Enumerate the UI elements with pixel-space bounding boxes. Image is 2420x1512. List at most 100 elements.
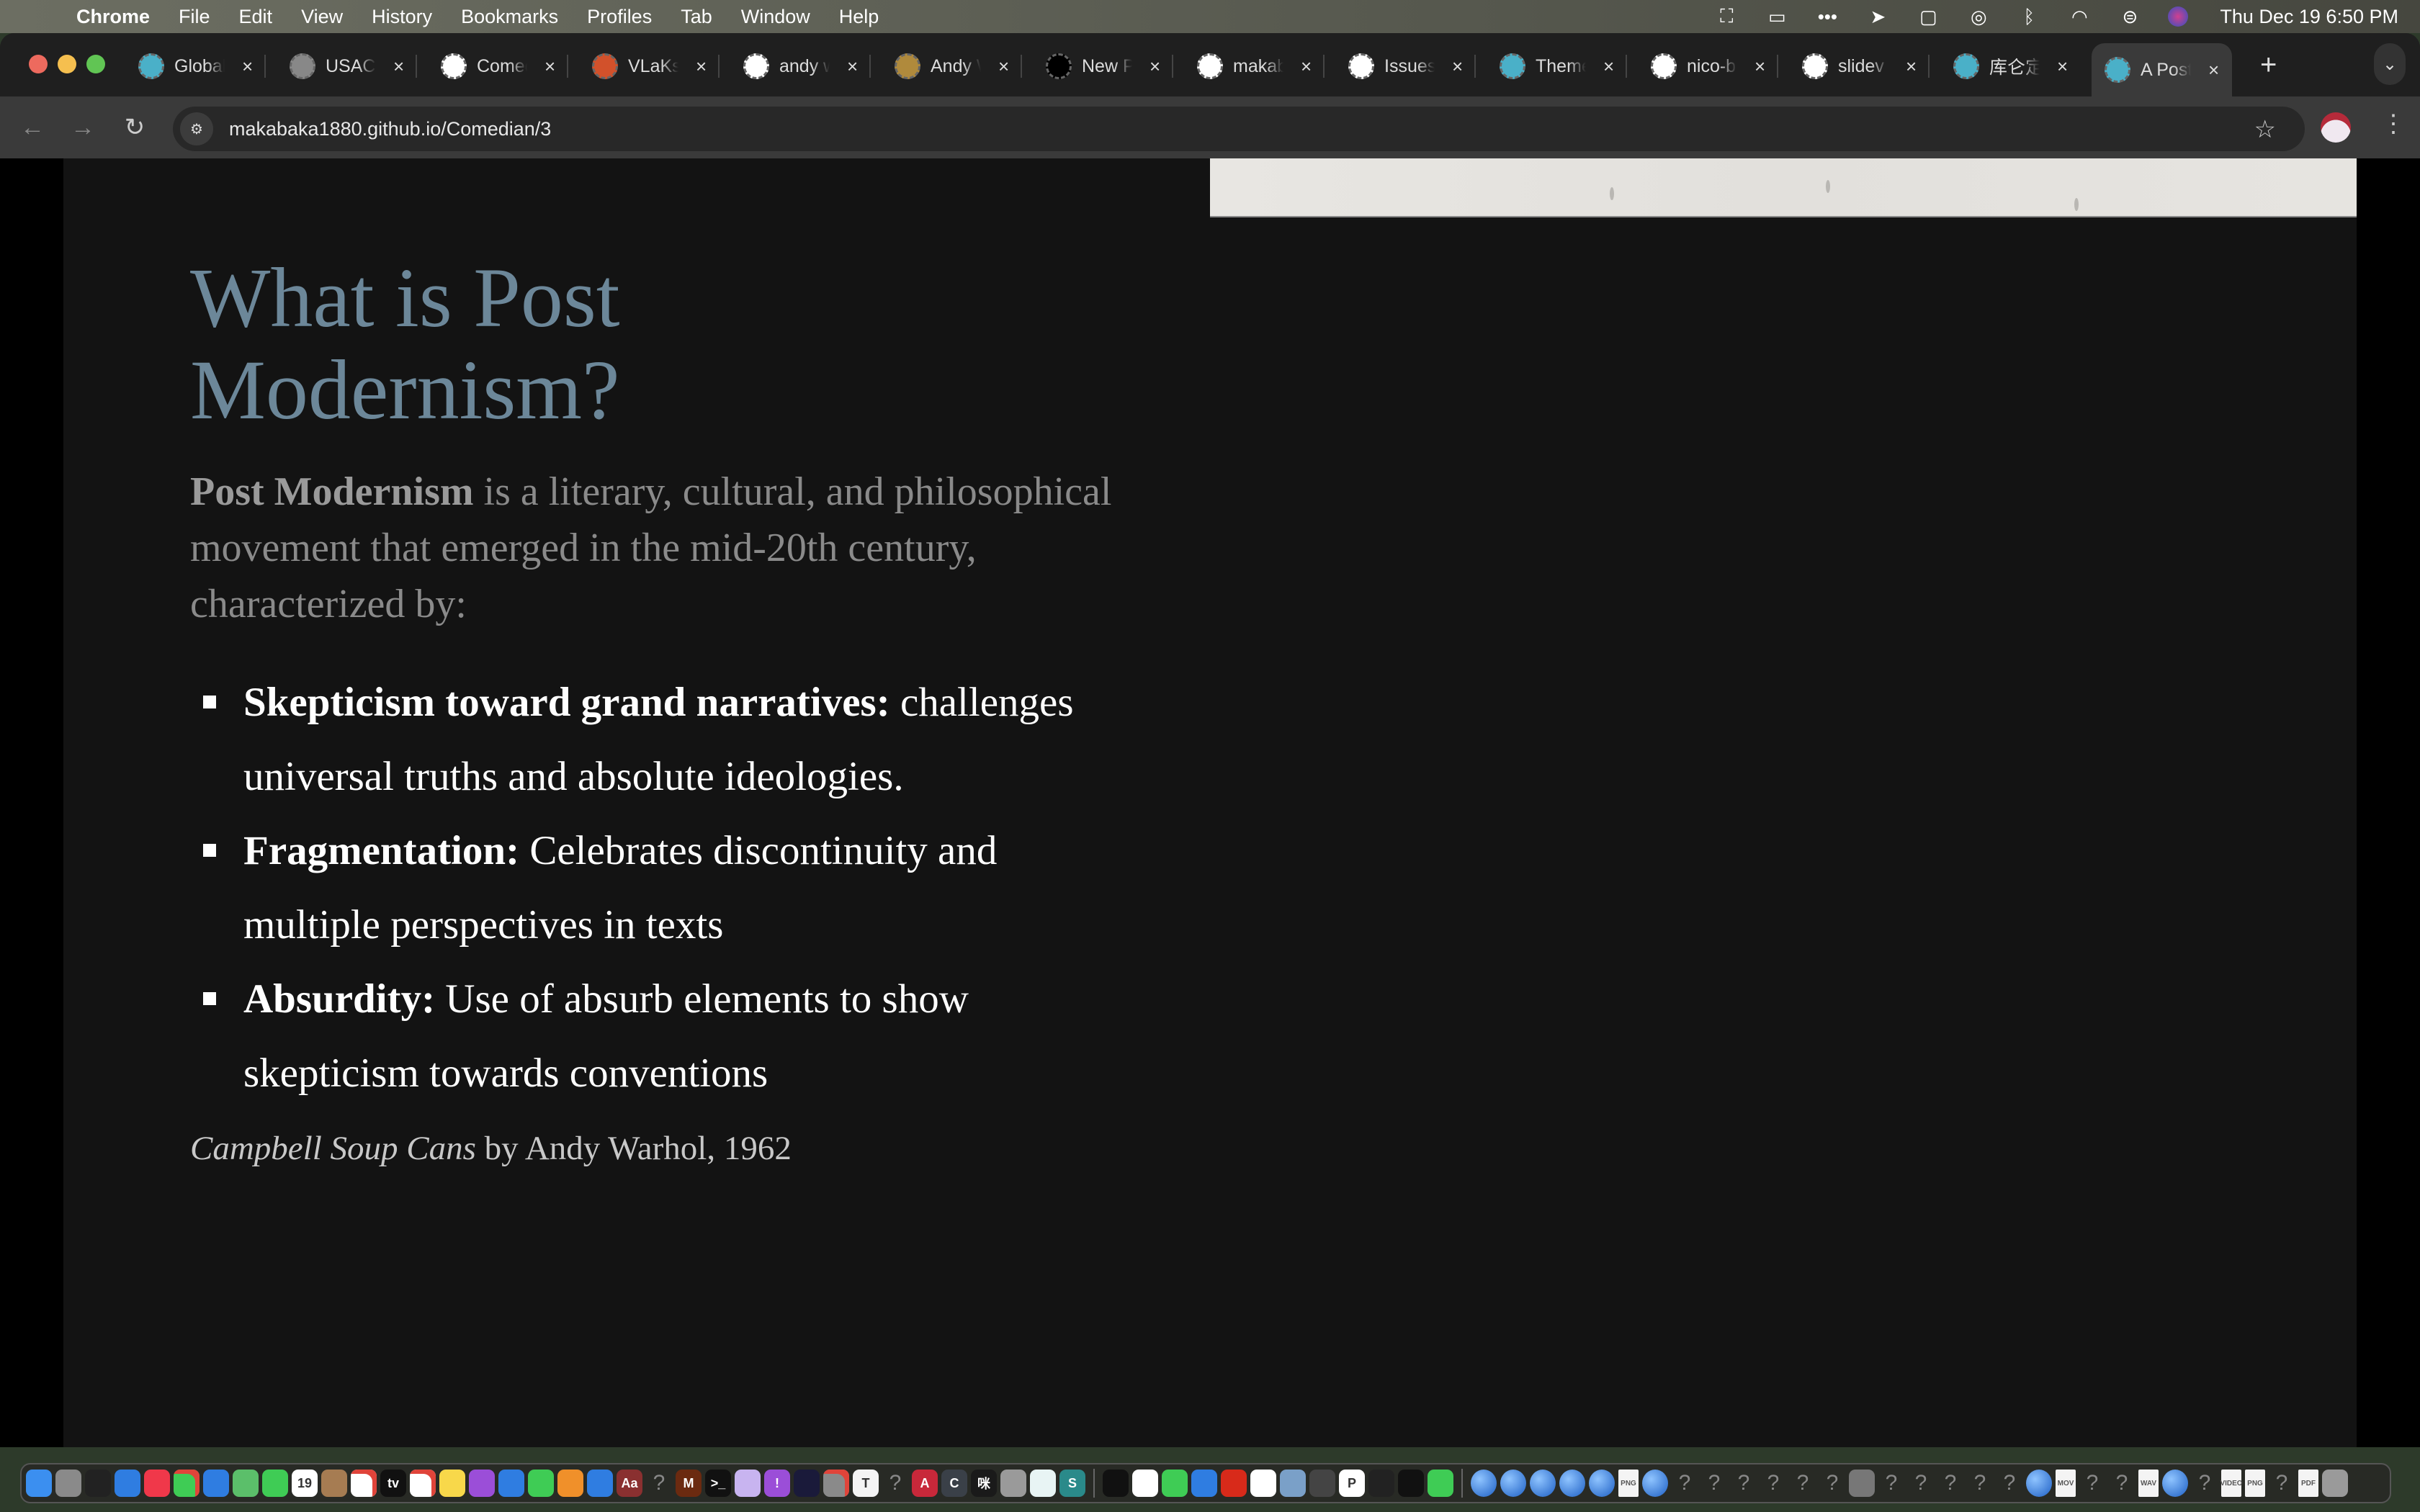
dock-maps-icon[interactable] xyxy=(233,1470,259,1497)
tab-close-icon[interactable]: × xyxy=(1301,55,1312,78)
menu-bar-clock[interactable]: Thu Dec 19 6:50 PM xyxy=(2220,6,2398,28)
site-info-icon[interactable]: ⚙ xyxy=(180,112,213,145)
dock-unknown-icon[interactable]: ? xyxy=(1760,1470,1786,1497)
dock-globe-icon[interactable] xyxy=(1642,1470,1668,1497)
dock-chatgpt-icon[interactable] xyxy=(1030,1470,1056,1497)
url-text[interactable]: makabaka1880.github.io/Comedian/3 xyxy=(229,118,551,140)
window-close-button[interactable] xyxy=(29,55,48,73)
browser-tab[interactable]: nico-b × xyxy=(1651,43,1779,89)
siri-icon[interactable] xyxy=(2168,6,2189,27)
dock-unknown-icon[interactable]: ? xyxy=(1967,1470,1993,1497)
dock-vscode-icon[interactable] xyxy=(1250,1470,1276,1497)
dock-simulator-icon[interactable] xyxy=(735,1470,761,1497)
browser-tab[interactable]: Issues × xyxy=(1348,43,1476,89)
dock-podcasts-icon[interactable] xyxy=(469,1470,495,1497)
dock-unknown-icon[interactable]: ? xyxy=(1790,1470,1816,1497)
dock-contacts-icon[interactable] xyxy=(321,1470,347,1497)
menu-window[interactable]: Window xyxy=(741,6,810,28)
dock-wolfram-icon[interactable] xyxy=(1221,1470,1247,1497)
dock-launchpad-icon[interactable] xyxy=(55,1470,81,1497)
dock-unknown-icon[interactable]: ? xyxy=(1908,1470,1934,1497)
dock-globe-icon[interactable] xyxy=(1530,1470,1556,1497)
dock-png-file-icon[interactable]: PNG xyxy=(1618,1470,1639,1497)
dock-unknown-icon[interactable]: ? xyxy=(1819,1470,1845,1497)
menu-edit[interactable]: Edit xyxy=(239,6,273,28)
chrome-menu-icon[interactable]: ⋮ xyxy=(2381,109,2406,138)
reload-button[interactable]: ↻ xyxy=(117,109,153,145)
dock-mi-app-icon[interactable]: 咪 xyxy=(971,1470,997,1497)
tab-close-icon[interactable]: × xyxy=(1603,55,1614,78)
dock-unknown-icon[interactable]: ? xyxy=(2269,1470,2295,1497)
browser-tab[interactable]: Andy W × xyxy=(895,43,1023,89)
menu-help[interactable]: Help xyxy=(839,6,879,28)
dock-chrome-icon[interactable] xyxy=(1132,1470,1158,1497)
dock-unknown-icon[interactable]: ? xyxy=(2192,1470,2218,1497)
dock-app-store-icon[interactable] xyxy=(587,1470,613,1497)
dock-finder-icon[interactable] xyxy=(26,1470,52,1497)
tab-close-icon[interactable]: × xyxy=(393,55,404,78)
dock-unknown-icon[interactable]: ? xyxy=(1996,1470,2022,1497)
dock-reminders-icon[interactable] xyxy=(410,1470,436,1497)
browser-tab[interactable]: A Post × xyxy=(2092,43,2233,96)
dock-globe-icon[interactable] xyxy=(1559,1470,1585,1497)
tab-close-icon[interactable]: × xyxy=(1150,55,1160,78)
dock-voice-memos-icon[interactable] xyxy=(85,1470,111,1497)
dock-loading-app-icon[interactable] xyxy=(1191,1470,1217,1497)
browser-tab[interactable]: VLaKs × xyxy=(592,43,720,89)
dock-png-file-icon[interactable]: PNG xyxy=(2245,1470,2265,1497)
window-minimize-button[interactable] xyxy=(58,55,76,73)
browser-tab[interactable]: Global × xyxy=(138,43,266,89)
dock-unknown-icon[interactable]: ? xyxy=(1878,1470,1904,1497)
dock-activity-monitor-icon[interactable] xyxy=(1103,1470,1129,1497)
new-tab-button[interactable]: + xyxy=(2260,49,2277,81)
tab-close-icon[interactable]: × xyxy=(2208,59,2219,81)
dock-unknown-icon[interactable]: ? xyxy=(1672,1470,1698,1497)
dock-system-settings-icon[interactable] xyxy=(823,1470,849,1497)
menu-bookmarks[interactable]: Bookmarks xyxy=(461,6,558,28)
browser-tab[interactable]: Theme × xyxy=(1500,43,1628,89)
tab-close-icon[interactable]: × xyxy=(847,55,858,78)
tab-close-icon[interactable]: × xyxy=(696,55,707,78)
dock-trash-icon[interactable] xyxy=(2322,1470,2348,1497)
dock-folder-stack-icon[interactable] xyxy=(1849,1470,1875,1497)
dock-photos-icon[interactable] xyxy=(351,1470,377,1497)
dock-messages-icon[interactable] xyxy=(174,1470,200,1497)
dock-unknown-icon[interactable]: ? xyxy=(882,1470,908,1497)
dock-c-app-icon[interactable]: C xyxy=(941,1470,967,1497)
dock-robot-app-icon[interactable] xyxy=(1309,1470,1335,1497)
more-icon[interactable]: ••• xyxy=(1815,6,1839,27)
dock-mail-icon[interactable] xyxy=(203,1470,229,1497)
dock-terminal-icon[interactable]: >_ xyxy=(705,1470,731,1497)
browser-tab[interactable]: New P × xyxy=(1046,43,1174,89)
tab-close-icon[interactable]: × xyxy=(1754,55,1765,78)
battery-charging-icon[interactable]: ▭ xyxy=(1765,6,1789,27)
dock-dictionary-icon[interactable]: Aa xyxy=(617,1470,642,1497)
tab-close-icon[interactable]: × xyxy=(998,55,1009,78)
dock-blender-icon[interactable] xyxy=(1368,1470,1394,1497)
dock-video-file-icon[interactable]: VIDEO xyxy=(2220,1470,2243,1497)
dock-music-icon[interactable] xyxy=(144,1470,170,1497)
menu-view[interactable]: View xyxy=(301,6,343,28)
profile-avatar[interactable] xyxy=(2321,112,2351,143)
dock-preview-icon[interactable] xyxy=(1280,1470,1306,1497)
dock-powerpoint-icon[interactable]: P xyxy=(1339,1470,1365,1497)
menu-history[interactable]: History xyxy=(372,6,432,28)
dock-unknown-icon[interactable]: ? xyxy=(1701,1470,1727,1497)
dock-mov-file-icon[interactable]: MOV xyxy=(2056,1470,2076,1497)
dock-pdf-file-icon[interactable]: PDF xyxy=(2298,1470,2318,1497)
browser-tab[interactable]: slidev × xyxy=(1802,43,1930,89)
dock-safari-icon[interactable] xyxy=(115,1470,140,1497)
dock-pages-icon[interactable] xyxy=(557,1470,583,1497)
menu-tab[interactable]: Tab xyxy=(681,6,712,28)
dock-autocad-icon[interactable]: A xyxy=(912,1470,938,1497)
dock-unknown-icon[interactable]: ? xyxy=(2079,1470,2105,1497)
back-button[interactable]: ← xyxy=(14,109,50,145)
bookmark-star-icon[interactable]: ☆ xyxy=(2254,115,2276,144)
browser-tab[interactable]: 库仑定 × xyxy=(1953,43,2068,89)
wifi-icon[interactable]: ◠ xyxy=(2067,6,2092,27)
dock-iphone-mirroring-icon[interactable] xyxy=(1000,1470,1026,1497)
dock-obs-icon[interactable] xyxy=(794,1470,820,1497)
window-zoom-button[interactable] xyxy=(86,55,105,73)
dock-globe-icon[interactable] xyxy=(2026,1470,2052,1497)
dock-wechat-icon[interactable] xyxy=(1428,1470,1453,1497)
